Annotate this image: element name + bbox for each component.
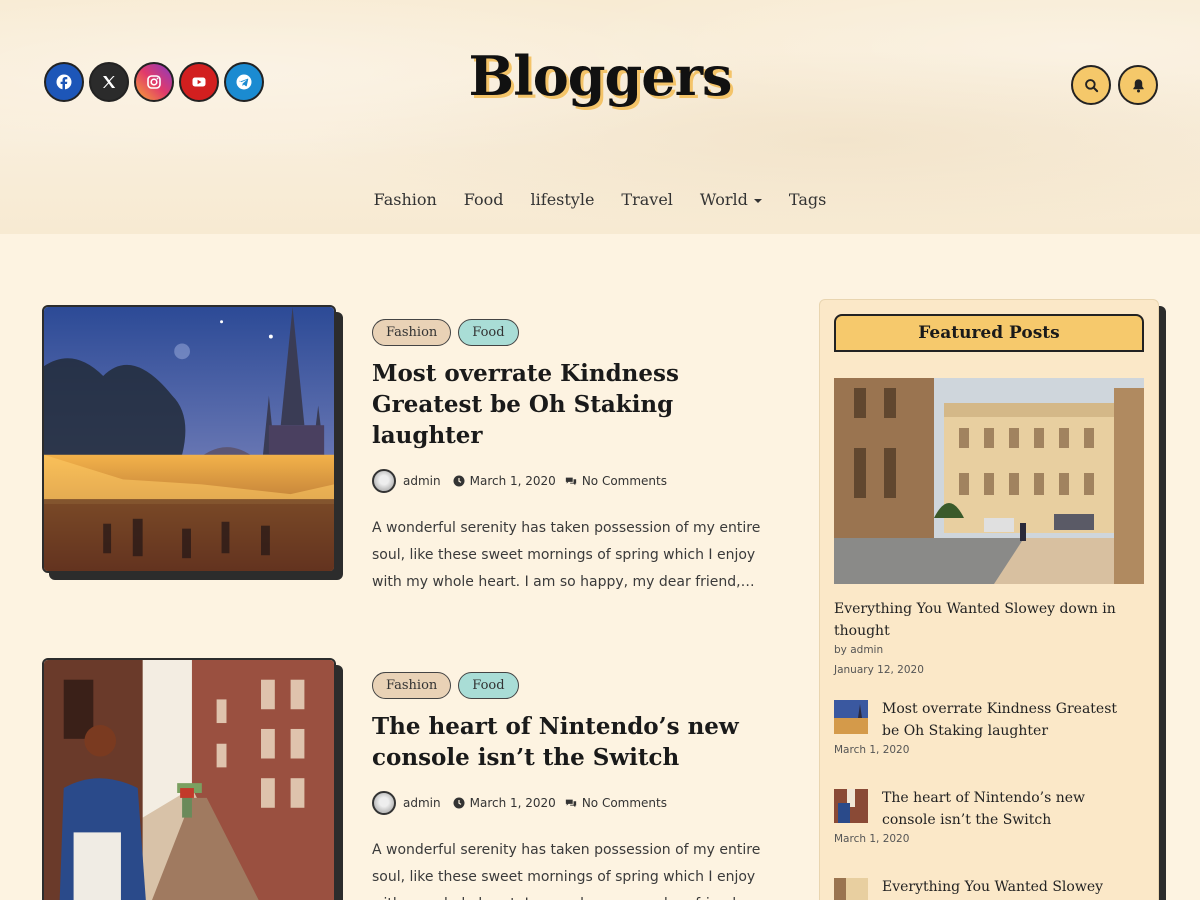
category-badge-food[interactable]: Food — [458, 672, 519, 699]
post-comments[interactable]: No Comments — [565, 796, 667, 810]
nav-item-fashion[interactable]: Fashion — [374, 190, 437, 209]
clock-icon — [453, 475, 465, 487]
nav-item-label: Travel — [621, 190, 673, 209]
list-item-title[interactable]: Most overrate Kindness Greatest be Oh St… — [882, 698, 1138, 742]
post-categories: Fashion Food — [372, 319, 782, 346]
nav-item-label: Tags — [788, 190, 827, 209]
post-thumbnail[interactable] — [42, 658, 343, 900]
header-actions — [1071, 65, 1158, 105]
featured-post-byline: by admin — [834, 644, 884, 656]
nav-item-label: Food — [463, 190, 504, 209]
nav-item-tags[interactable]: Tags — [789, 190, 826, 209]
post-comments[interactable]: No Comments — [565, 474, 667, 488]
post-card: Fashion Food Most overrate Kindness Grea… — [42, 305, 782, 590]
chevron-down-icon — [753, 198, 762, 203]
avatar[interactable] — [372, 791, 396, 815]
avatar[interactable] — [372, 469, 396, 493]
post-comments-text: No Comments — [581, 474, 667, 488]
clock-icon — [453, 797, 465, 809]
site-header: Bloggers Fashion Food lifestyle Travel W… — [0, 0, 1200, 234]
post-excerpt: A wonderful serenity has taken possessio… — [372, 520, 761, 590]
widget-title: Featured Posts — [834, 314, 1144, 352]
post-excerpt: A wonderful serenity has taken possessio… — [372, 842, 761, 900]
featured-post-title[interactable]: Everything You Wanted Slowey down in tho… — [834, 598, 1134, 642]
post-title[interactable]: The heart of Nintendo’s new console isn’… — [372, 711, 782, 773]
post-comments-text: No Comments — [581, 796, 667, 810]
list-item-title[interactable]: Everything You Wanted Slowey down — [882, 876, 1138, 900]
christmas-market-image[interactable] — [42, 305, 336, 573]
post-title[interactable]: Most overrate Kindness Greatest be Oh St… — [372, 358, 782, 451]
author-name[interactable]: admin — [403, 474, 441, 488]
nav-item-travel[interactable]: Travel — [621, 190, 672, 209]
post-categories: Fashion Food — [372, 672, 782, 699]
post-meta: admin March 1, 2020 No Comments — [372, 469, 782, 493]
comments-icon — [565, 477, 576, 486]
post-date[interactable]: March 1, 2020 — [453, 796, 556, 810]
post-body: Fashion Food The heart of Nintendo’s new… — [372, 672, 782, 900]
nav-item-label: lifestyle — [530, 190, 595, 209]
nav-item-lifestyle[interactable]: lifestyle — [531, 190, 595, 209]
post-date-text: March 1, 2020 — [469, 796, 556, 810]
post-date[interactable]: March 1, 2020 — [453, 474, 556, 488]
list-item-date: March 1, 2020 — [834, 744, 910, 756]
featured-post-date: January 12, 2020 — [834, 664, 924, 676]
mini-thumbnail[interactable] — [834, 878, 868, 900]
main-nav: Fashion Food lifestyle Travel World Tags — [0, 190, 1200, 209]
mini-thumbnail[interactable] — [834, 700, 868, 734]
post-date-text: March 1, 2020 — [469, 474, 556, 488]
search-icon[interactable] — [1071, 65, 1111, 105]
mini-thumbnail[interactable] — [834, 789, 868, 823]
list-item-title[interactable]: The heart of Nintendo’s new console isn’… — [882, 787, 1138, 831]
nav-item-food[interactable]: Food — [464, 190, 504, 209]
author-name[interactable]: admin — [403, 796, 441, 810]
featured-posts-widget: Featured Posts Everything You Wanted Slo… — [819, 299, 1159, 900]
comments-icon — [565, 799, 576, 808]
list-item-date: March 1, 2020 — [834, 833, 910, 845]
post-body: Fashion Food Most overrate Kindness Grea… — [372, 319, 782, 596]
nav-item-label: World — [699, 190, 748, 209]
site-logo[interactable]: Bloggers — [0, 44, 1200, 108]
post-meta: admin March 1, 2020 No Comments — [372, 791, 782, 815]
street-woman-image[interactable] — [42, 658, 336, 900]
nav-item-world[interactable]: World — [700, 190, 762, 209]
featured-post-image[interactable] — [834, 378, 1144, 584]
post-card: Fashion Food The heart of Nintendo’s new… — [42, 658, 782, 900]
category-badge-food[interactable]: Food — [458, 319, 519, 346]
nav-item-label: Fashion — [373, 190, 437, 209]
bell-icon[interactable] — [1118, 65, 1158, 105]
category-badge-fashion[interactable]: Fashion — [372, 319, 452, 346]
post-thumbnail[interactable] — [42, 305, 343, 580]
category-badge-fashion[interactable]: Fashion — [372, 672, 452, 699]
